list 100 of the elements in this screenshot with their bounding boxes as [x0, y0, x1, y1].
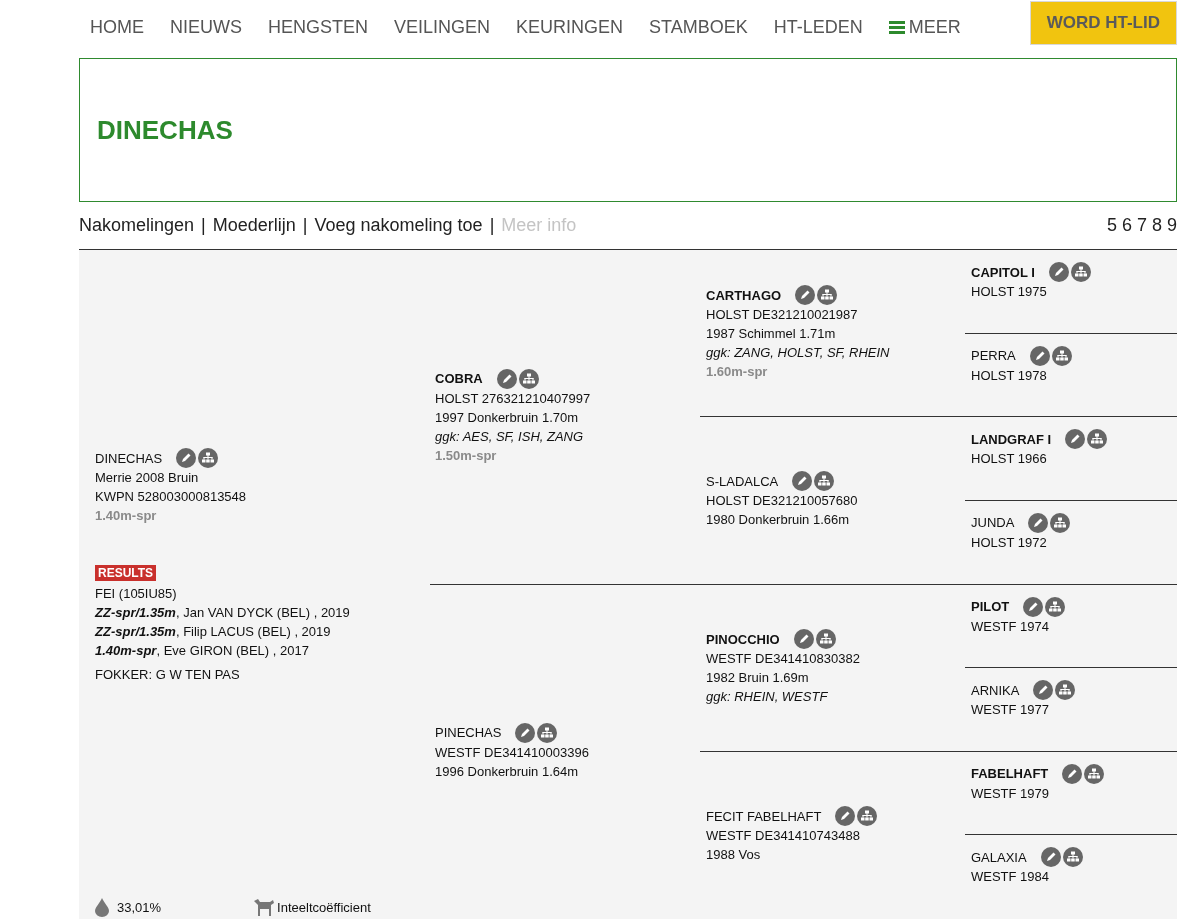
- horse-detail: 1997 Donkerbruin 1.70m: [435, 408, 580, 427]
- sitemap-icon[interactable]: [1087, 429, 1108, 450]
- horse-detail: 1996 Donkerbruin 1.64m: [435, 762, 580, 781]
- nav-link[interactable]: VEILINGEN: [381, 16, 504, 38]
- result-entry: ZZ-spr/1.35m, Jan VAN DYCK (BEL) , 2019: [95, 604, 351, 622]
- horse-detail: HOLST 1966: [971, 450, 1048, 469]
- nav-link[interactable]: KEURINGEN: [503, 16, 637, 38]
- horse-name[interactable]: FABELHAFT: [971, 764, 1049, 784]
- drop-icon: [95, 898, 109, 917]
- nav-link[interactable]: NIEUWS: [157, 16, 255, 38]
- sitemap-icon[interactable]: [198, 448, 219, 468]
- horse-name[interactable]: ARNIKA: [971, 680, 1020, 700]
- join-button[interactable]: WORD HT-LID: [1029, 1, 1177, 45]
- sitemap-icon[interactable]: [1050, 512, 1071, 533]
- horse-detail: WESTF 1979: [971, 784, 1051, 803]
- pencil-icon[interactable]: [176, 448, 197, 468]
- pencil-icon[interactable]: [1028, 512, 1049, 533]
- horse-detail: WESTF DE341410003396: [435, 743, 590, 762]
- horse-name[interactable]: S-LADALCA: [706, 471, 779, 491]
- horse-name[interactable]: LANDGRAF I: [971, 429, 1052, 449]
- pencil-icon[interactable]: [1040, 847, 1061, 868]
- separator: |: [302, 215, 308, 236]
- pencil-icon[interactable]: [1023, 596, 1044, 617]
- pencil-icon[interactable]: [515, 722, 536, 743]
- separator: |: [201, 215, 206, 236]
- horse-detail: WESTF DE341410830382: [706, 650, 861, 669]
- pencil-icon[interactable]: [1062, 763, 1083, 784]
- results-source: FEI (105IU85): [95, 585, 178, 603]
- nav-link[interactable]: HENGSTEN: [255, 16, 381, 38]
- breed-list: ggk: ZANG, HOLST, SF, RHEIN: [706, 343, 959, 363]
- sitemap-icon[interactable]: [815, 629, 836, 650]
- horse-name[interactable]: PINOCCHIO: [706, 629, 780, 649]
- generation-link[interactable]: 6: [1121, 215, 1132, 236]
- nav-link[interactable]: STAMBOEK: [636, 16, 761, 38]
- results-badge: RESULTS: [95, 565, 157, 581]
- pencil-icon[interactable]: [1065, 429, 1086, 450]
- separator: |: [489, 215, 495, 236]
- generation-link[interactable]: 5: [1106, 215, 1117, 236]
- horse-detail: HOLST DE321210057680: [706, 492, 859, 511]
- pencil-icon[interactable]: [1029, 345, 1050, 366]
- horse-name[interactable]: PILOT: [971, 597, 1010, 616]
- horse-detail: WESTF DE341410743488: [706, 827, 861, 846]
- sitemap-icon[interactable]: [814, 471, 835, 492]
- breed-list: ggk: AES, SF, ISH, ZANG: [435, 426, 694, 446]
- sitemap-icon[interactable]: [518, 368, 539, 389]
- horse-detail: Merrie 2008 Bruin: [95, 469, 200, 487]
- breed-list: ggk: RHEIN, WESTF: [706, 687, 959, 707]
- horse-detail: WESTF 1984: [971, 868, 1051, 887]
- horse-detail: HOLST 1978: [971, 366, 1048, 385]
- pencil-icon[interactable]: [793, 629, 814, 650]
- pencil-icon[interactable]: [835, 806, 856, 827]
- horse-name[interactable]: PINECHAS: [435, 723, 502, 743]
- pencil-icon[interactable]: [1048, 262, 1069, 282]
- sitemap-icon[interactable]: [817, 285, 838, 306]
- page-title: DINECHAS: [97, 114, 233, 146]
- sport-level: 1.50m-spr: [435, 446, 498, 465]
- generation-link[interactable]: 8: [1151, 215, 1162, 236]
- generation-link[interactable]: 9: [1167, 215, 1177, 236]
- horse-name[interactable]: CARTHAGO: [706, 285, 782, 305]
- sitemap-icon[interactable]: [1062, 847, 1083, 868]
- horse-name[interactable]: JUNDA: [971, 513, 1015, 533]
- nav-link[interactable]: MEER: [875, 16, 974, 38]
- horse-detail: HOLST 1975: [971, 283, 1048, 301]
- horse-name[interactable]: FECIT FABELHAFT: [706, 806, 822, 826]
- sitemap-icon[interactable]: [537, 722, 558, 743]
- horse-detail: HOLST 276321210407997: [435, 389, 592, 408]
- nav-link[interactable]: HOME: [78, 16, 157, 38]
- sitemap-icon[interactable]: [857, 806, 878, 827]
- sport-level: 1.60m-spr: [706, 363, 769, 382]
- tab-link[interactable]: Nakomelingen: [79, 215, 195, 236]
- sitemap-icon[interactable]: [1045, 596, 1066, 617]
- generation-link[interactable]: 7: [1136, 215, 1147, 236]
- horse-detail: 1988 Vos: [706, 846, 762, 865]
- horse-icon: [254, 899, 275, 916]
- pencil-icon[interactable]: [795, 285, 816, 306]
- horse-name[interactable]: COBRA: [435, 369, 483, 389]
- horse-name[interactable]: PERRA: [971, 346, 1016, 366]
- nav-link[interactable]: HT-LEDEN: [760, 16, 876, 38]
- sitemap-icon[interactable]: [1055, 680, 1076, 701]
- horse-detail: 1987 Schimmel 1.71m: [706, 325, 837, 344]
- inbreeding-label: Inteeltcoëfficient: [277, 900, 371, 915]
- horse-detail: HOLST DE321210021987: [706, 306, 859, 325]
- result-entry: 1.40m-spr, Eve GIRON (BEL) , 2017: [95, 642, 310, 660]
- horse-detail: 1980 Donkerbruin 1.66m: [706, 511, 851, 530]
- sport-level: 1.40m-spr: [95, 507, 158, 525]
- sitemap-icon[interactable]: [1051, 345, 1072, 366]
- horse-detail: WESTF 1974: [971, 617, 1051, 636]
- sitemap-icon[interactable]: [1084, 763, 1105, 784]
- tab-link[interactable]: Moederlijn: [212, 215, 296, 236]
- horse-name[interactable]: CAPITOL I: [971, 262, 1035, 282]
- tab-link[interactable]: Voeg nakomeling toe: [314, 215, 483, 236]
- horse-name[interactable]: DINECHAS: [95, 448, 163, 468]
- menu-icon: [888, 20, 905, 34]
- horse-detail: WESTF 1977: [971, 701, 1051, 720]
- pencil-icon[interactable]: [1033, 680, 1054, 701]
- pencil-icon[interactable]: [496, 368, 517, 389]
- pencil-icon[interactable]: [792, 471, 813, 492]
- horse-name[interactable]: GALAXIA: [971, 847, 1027, 867]
- sitemap-icon[interactable]: [1070, 262, 1091, 282]
- inbreeding-value: 33,01%: [117, 900, 162, 915]
